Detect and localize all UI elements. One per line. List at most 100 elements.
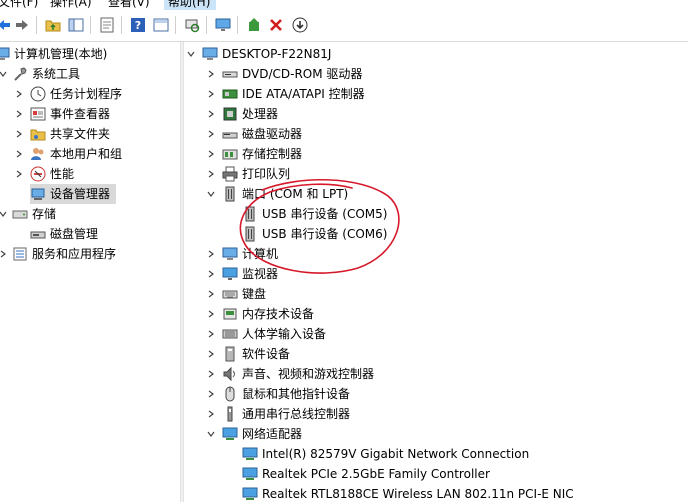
tree-label: 服务和应用程序 <box>32 247 117 261</box>
scan-hardware-icon[interactable] <box>182 15 202 35</box>
category-ports[interactable]: 端口 (COM 和 LPT) <box>222 184 348 204</box>
monitor-icon <box>222 266 238 282</box>
svg-text:?: ? <box>135 19 141 32</box>
monitor-icon[interactable] <box>213 15 233 35</box>
storage-controller-icon <box>222 146 238 162</box>
console-tree: 计算机管理(本地) 系统工具 任务计划程序 事件查看器 共享文件夹 本地用户和组… <box>0 42 180 502</box>
device-tree: DESKTOP-F22N81J DVD/CD-ROM 驱动器 IDE ATA/A… <box>184 42 688 502</box>
category-label: 鼠标和其他指针设备 <box>242 387 351 401</box>
chevron-right-icon[interactable] <box>206 309 216 319</box>
category-label: 人体学输入设备 <box>242 327 327 341</box>
device-computer-root[interactable]: DESKTOP-F22N81J <box>202 44 331 64</box>
device-intel-nic[interactable]: Intel(R) 82579V Gigabit Network Connecti… <box>242 444 529 464</box>
tree-label: 性能 <box>50 167 75 181</box>
device-usb-serial-com5[interactable]: USB 串行设备 (COM5) <box>242 204 387 224</box>
chevron-right-icon[interactable] <box>206 129 216 139</box>
category-usb[interactable]: 通用串行总线控制器 <box>222 404 350 424</box>
category-software[interactable]: 软件设备 <box>222 344 290 364</box>
chevron-down-icon[interactable] <box>0 69 8 79</box>
menu-help[interactable]: 帮助(H) <box>164 0 217 10</box>
port-icon <box>222 186 238 202</box>
category-processor[interactable]: 处理器 <box>222 104 278 124</box>
tree-computer-management[interactable]: 计算机管理(本地) <box>0 44 107 64</box>
category-network[interactable]: 网络适配器 <box>222 424 302 444</box>
category-label: 存储控制器 <box>242 147 303 161</box>
category-ide[interactable]: IDE ATA/ATAPI 控制器 <box>222 84 365 104</box>
menu-bar: 文件(F) 操作(A) 查看(V) 帮助(H) <box>0 0 688 10</box>
tree-services-apps[interactable]: 服务和应用程序 <box>12 244 116 264</box>
chevron-down-icon[interactable] <box>206 189 216 199</box>
tree-system-tools[interactable]: 系统工具 <box>12 64 80 84</box>
tree-local-users[interactable]: 本地用户和组 <box>30 144 122 164</box>
chevron-right-icon[interactable] <box>14 129 24 139</box>
printer-icon <box>222 166 238 182</box>
clock-icon <box>30 86 46 102</box>
shared-folder-icon <box>30 126 46 142</box>
chevron-right-icon[interactable] <box>14 89 24 99</box>
up-folder-icon[interactable] <box>43 15 63 35</box>
forward-arrow-icon[interactable] <box>12 15 32 35</box>
hid-icon <box>222 326 238 342</box>
category-computer[interactable]: 计算机 <box>222 244 278 264</box>
tree-task-scheduler[interactable]: 任务计划程序 <box>30 84 122 104</box>
device-realtek-wireless[interactable]: Realtek RTL8188CE Wireless LAN 802.11n P… <box>242 484 574 502</box>
event-viewer-icon <box>30 106 46 122</box>
tree-storage[interactable]: 存储 <box>12 204 56 224</box>
device-usb-serial-com6[interactable]: USB 串行设备 (COM6) <box>242 224 387 244</box>
properties-icon[interactable] <box>97 15 117 35</box>
chevron-right-icon[interactable] <box>206 289 216 299</box>
category-label: DVD/CD-ROM 驱动器 <box>242 67 363 81</box>
category-keyboard[interactable]: 键盘 <box>222 284 266 304</box>
toolbar: ? <box>0 10 688 41</box>
update-driver-icon[interactable] <box>244 15 264 35</box>
chevron-right-icon[interactable] <box>206 409 216 419</box>
category-label: 键盘 <box>242 287 267 301</box>
chevron-right-icon[interactable] <box>0 249 8 259</box>
category-storage-controller[interactable]: 存储控制器 <box>222 144 302 164</box>
disable-device-icon[interactable] <box>290 15 310 35</box>
category-disk[interactable]: 磁盘驱动器 <box>222 124 302 144</box>
chevron-down-icon[interactable] <box>186 49 196 59</box>
tree-disk-management[interactable]: 磁盘管理 <box>30 224 98 244</box>
category-label: 内存技术设备 <box>242 307 315 321</box>
network-adapter-icon <box>242 486 258 502</box>
category-mouse[interactable]: 鼠标和其他指针设备 <box>222 384 350 404</box>
tree-device-manager[interactable]: 设备管理器 <box>30 184 117 204</box>
chevron-right-icon[interactable] <box>206 109 216 119</box>
show-hide-tree-icon[interactable] <box>66 15 86 35</box>
category-hid[interactable]: 人体学输入设备 <box>222 324 326 344</box>
device-realtek-pcie[interactable]: Realtek PCIe 2.5GbE Family Controller <box>242 464 490 484</box>
chevron-right-icon[interactable] <box>14 169 24 179</box>
chevron-right-icon[interactable] <box>14 109 24 119</box>
chevron-right-icon[interactable] <box>206 389 216 399</box>
chevron-right-icon[interactable] <box>206 69 216 79</box>
menu-view[interactable]: 查看(V) <box>108 0 150 10</box>
view-pane-icon[interactable] <box>151 15 171 35</box>
chevron-right-icon[interactable] <box>14 149 24 159</box>
menu-action[interactable]: 操作(A) <box>50 0 92 10</box>
category-memory-tech[interactable]: 内存技术设备 <box>222 304 314 324</box>
category-audio[interactable]: 声音、视频和游戏控制器 <box>222 364 374 384</box>
tree-shared-folders[interactable]: 共享文件夹 <box>30 124 110 144</box>
category-dvd[interactable]: DVD/CD-ROM 驱动器 <box>222 64 362 84</box>
category-print-queue[interactable]: 打印队列 <box>222 164 290 184</box>
chevron-right-icon[interactable] <box>206 329 216 339</box>
chevron-right-icon[interactable] <box>206 89 216 99</box>
menu-file[interactable]: 文件(F) <box>0 0 38 10</box>
chevron-right-icon[interactable] <box>206 269 216 279</box>
chevron-down-icon[interactable] <box>0 209 8 219</box>
chevron-right-icon[interactable] <box>206 149 216 159</box>
chevron-right-icon[interactable] <box>206 349 216 359</box>
category-monitor[interactable]: 监视器 <box>222 264 278 284</box>
chevron-right-icon[interactable] <box>206 369 216 379</box>
help-icon[interactable]: ? <box>128 15 148 35</box>
tree-performance[interactable]: 性能 <box>30 164 74 184</box>
chevron-right-icon[interactable] <box>206 249 216 259</box>
tree-event-viewer[interactable]: 事件查看器 <box>30 104 110 124</box>
tree-label: 设备管理器 <box>50 187 111 201</box>
category-label: 声音、视频和游戏控制器 <box>242 367 375 381</box>
chevron-down-icon[interactable] <box>206 429 216 439</box>
chevron-right-icon[interactable] <box>206 169 216 179</box>
uninstall-x-icon[interactable] <box>266 15 286 35</box>
dvd-drive-icon <box>222 66 238 82</box>
